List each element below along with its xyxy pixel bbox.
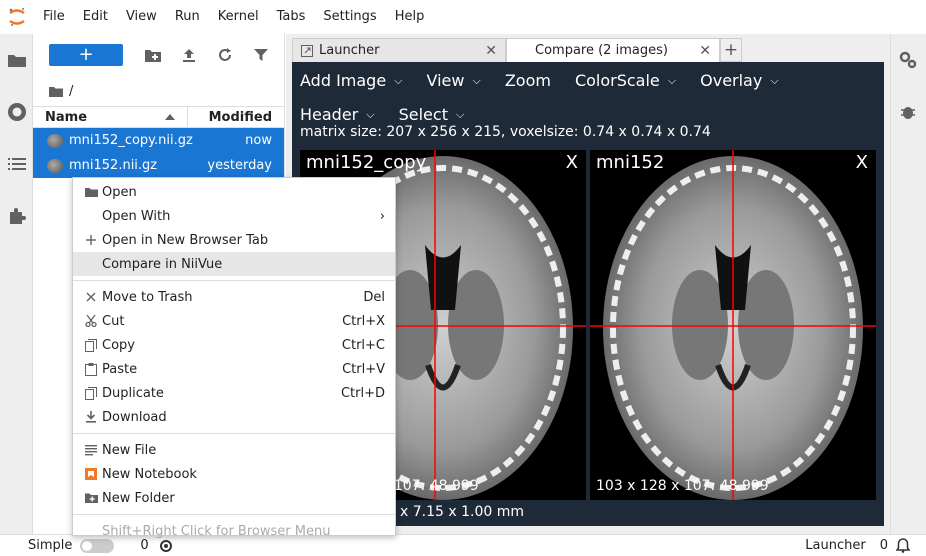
right-sidebar-rail: [890, 34, 926, 534]
ctx-download[interactable]: Download: [73, 405, 395, 429]
simple-mode-label: Simple: [28, 538, 73, 553]
menu-colorscale[interactable]: ColorScale ⌵: [575, 64, 676, 98]
tab-bar: Launcher ✕ Compare (2 images) ✕ +: [292, 38, 884, 62]
close-icon: [81, 289, 101, 305]
running-icon[interactable]: [0, 86, 33, 138]
table-of-contents-icon[interactable]: [0, 138, 33, 190]
file-modified: now: [245, 133, 272, 148]
chevron-down-icon: ⌵: [770, 74, 779, 87]
launcher-status[interactable]: Launcher: [805, 538, 865, 553]
duplicate-icon: [81, 385, 101, 401]
pane-close-button[interactable]: X: [566, 152, 578, 173]
extension-puzzle-icon[interactable]: [0, 190, 33, 242]
filter-icon[interactable]: [243, 44, 279, 66]
left-sidebar-rail: [0, 34, 33, 534]
folder-icon: [81, 184, 101, 200]
copy-icon: [81, 337, 101, 353]
column-header-modified[interactable]: Modified: [188, 110, 284, 125]
ctx-new-file[interactable]: New File: [73, 438, 395, 462]
scissors-icon: [81, 313, 101, 329]
notification-count: 0: [879, 538, 888, 553]
new-folder-icon: [81, 490, 101, 506]
context-menu: Open Open With › Open in New Browser Tab…: [72, 177, 396, 539]
ctx-compare-niivue[interactable]: Compare in NiiVue: [73, 252, 395, 276]
ctx-paste[interactable]: Paste Ctrl+V: [73, 357, 395, 381]
menu-add-image[interactable]: Add Image ⌵: [300, 64, 403, 98]
menu-settings[interactable]: Settings: [314, 0, 385, 34]
menu-zoom[interactable]: Zoom: [505, 64, 551, 98]
column-header-name[interactable]: Name: [33, 107, 188, 127]
debugger-bug-icon[interactable]: [891, 86, 924, 138]
pane-title: mni152_copy: [306, 152, 427, 173]
tab-launcher[interactable]: Launcher ✕: [292, 38, 506, 62]
file-icon: [81, 442, 101, 458]
brain-file-icon: [47, 158, 63, 173]
menu-view[interactable]: View: [117, 0, 166, 34]
upload-icon[interactable]: [171, 44, 207, 66]
menu-kernel[interactable]: Kernel: [209, 0, 268, 34]
menu-separator: [73, 433, 395, 434]
ctx-open[interactable]: Open: [73, 180, 395, 204]
menubar: File Edit View Run Kernel Tabs Settings …: [0, 0, 926, 34]
download-icon: [81, 409, 101, 425]
jupyter-logo-icon: [0, 0, 34, 34]
ctx-new-folder[interactable]: New Folder: [73, 486, 395, 510]
menu-edit[interactable]: Edit: [74, 0, 117, 34]
brain-file-icon: [47, 133, 63, 148]
file-name: mni152_copy.nii.gz: [69, 133, 193, 148]
ctx-copy[interactable]: Copy Ctrl+C: [73, 333, 395, 357]
tab-close-button[interactable]: ✕: [699, 43, 711, 59]
new-tab-button[interactable]: +: [720, 38, 742, 62]
chevron-down-icon: ⌵: [667, 74, 677, 87]
voxel-info: x 7.15 x 1.00 mm: [400, 504, 524, 520]
ctx-move-to-trash[interactable]: Move to Trash Del: [73, 285, 395, 309]
viewer-menu: Add Image ⌵ View ⌵ Zoom ColorScale ⌵ Overla…: [292, 62, 884, 132]
pane-close-button[interactable]: X: [856, 152, 868, 173]
submenu-arrow-icon: ›: [379, 208, 385, 224]
file-list-header: Name Modified: [33, 106, 284, 128]
property-inspector-gears-icon[interactable]: [891, 34, 924, 86]
breadcrumb: /: [33, 76, 284, 106]
sort-caret-icon: [165, 114, 175, 120]
bell-icon[interactable]: [896, 538, 910, 553]
plus-icon: [81, 232, 101, 248]
file-modified: yesterday: [207, 158, 272, 173]
tab-close-button[interactable]: ✕: [485, 43, 497, 59]
ctx-open-with[interactable]: Open With ›: [73, 204, 395, 228]
file-name: mni152.nii.gz: [69, 158, 158, 173]
tab-compare[interactable]: Compare (2 images) ✕: [506, 38, 720, 62]
ctx-new-notebook[interactable]: New Notebook: [73, 462, 395, 486]
pane-title: mni152: [596, 152, 665, 173]
folder-icon[interactable]: [0, 34, 33, 86]
notebook-icon: [81, 466, 101, 482]
ctx-duplicate[interactable]: Duplicate Ctrl+D: [73, 381, 395, 405]
breadcrumb-root[interactable]: /: [69, 84, 73, 99]
launcher-icon: [301, 44, 313, 57]
new-folder-icon[interactable]: [135, 44, 171, 66]
matrix-info: matrix size: 207 x 256 x 215, voxelsize:…: [300, 124, 711, 140]
paste-icon: [81, 361, 101, 377]
menu-file[interactable]: File: [34, 0, 74, 34]
menu-separator: [73, 280, 395, 281]
brain-slice-image: [590, 150, 876, 500]
ctx-open-new-tab[interactable]: Open in New Browser Tab: [73, 228, 395, 252]
file-row[interactable]: mni152.nii.gz yesterday: [33, 153, 284, 178]
image-pane-2[interactable]: mni152 X 103 x 128 x 107: 48.999: [590, 150, 876, 500]
file-row[interactable]: mni152_copy.nii.gz now: [33, 128, 284, 153]
ctx-cut[interactable]: Cut Ctrl+X: [73, 309, 395, 333]
new-launcher-button[interactable]: +: [49, 44, 123, 66]
folder-icon[interactable]: [49, 86, 63, 97]
file-browser-toolbar: +: [33, 34, 284, 76]
menu-separator: [73, 514, 395, 515]
menu-run[interactable]: Run: [166, 0, 209, 34]
pane-coordinate-readout: 103 x 128 x 107: 48.999: [596, 478, 769, 494]
menu-view-options[interactable]: View ⌵: [427, 64, 481, 98]
menu-help[interactable]: Help: [386, 0, 434, 34]
ctx-browser-menu-hint: Shift+Right Click for Browser Menu: [102, 523, 331, 539]
menu-tabs[interactable]: Tabs: [268, 0, 315, 34]
chevron-down-icon: ⌵: [394, 74, 403, 87]
refresh-icon[interactable]: [207, 44, 243, 66]
chevron-down-icon: ⌵: [472, 74, 481, 87]
menu-overlay[interactable]: Overlay ⌵: [700, 64, 779, 98]
